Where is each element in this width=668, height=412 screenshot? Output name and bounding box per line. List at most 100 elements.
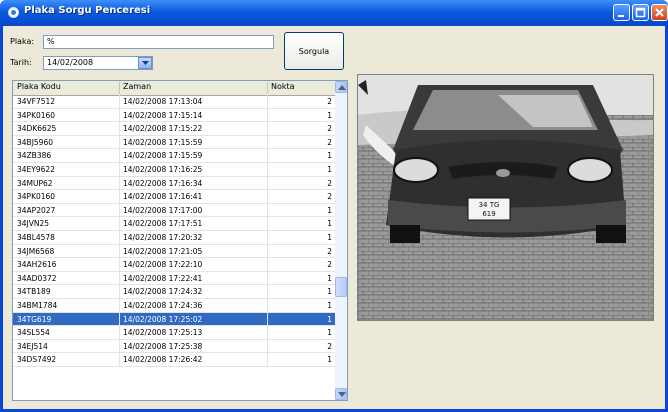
column-divider <box>267 271 268 285</box>
car-image: 34 TG 619 <box>358 75 653 320</box>
scrollbar-thumb[interactable] <box>335 277 347 297</box>
cell-nokta: 2 <box>327 124 332 134</box>
table-header: Plaka Kodu Zaman Nokta <box>13 81 335 96</box>
cell-zaman: 14/02/2008 17:24:32 <box>123 287 203 297</box>
minimize-button[interactable] <box>613 4 630 21</box>
table-row[interactable]: 34BL4578 14/02/2008 17:20:32 1 <box>13 230 335 245</box>
cell-zaman: 14/02/2008 17:15:14 <box>123 110 203 120</box>
cell-zaman: 14/02/2008 17:15:22 <box>123 124 203 134</box>
cell-zaman: 14/02/2008 17:16:25 <box>123 164 203 174</box>
table-row[interactable]: 34BJ5960 14/02/2008 17:15:59 2 <box>13 135 335 150</box>
column-divider <box>267 95 268 108</box>
column-divider <box>267 326 268 339</box>
column-divider <box>119 312 120 326</box>
table-row[interactable]: 34DS7492 14/02/2008 17:26:42 1 <box>13 353 335 367</box>
table-row[interactable]: 34PK0160 14/02/2008 17:16:41 2 <box>13 190 335 204</box>
cell-zaman: 14/02/2008 17:20:32 <box>123 232 203 242</box>
cell-zaman: 14/02/2008 17:26:42 <box>123 355 203 365</box>
close-button[interactable] <box>651 4 668 21</box>
scroll-down-icon <box>338 392 346 397</box>
vertical-scrollbar[interactable] <box>335 81 347 400</box>
column-divider <box>119 271 120 285</box>
cell-zaman: 14/02/2008 17:25:38 <box>123 341 203 351</box>
cell-nokta: 2 <box>327 260 332 270</box>
column-divider <box>119 176 120 190</box>
tarih-dropdown-button[interactable] <box>138 57 152 69</box>
column-divider <box>267 244 268 258</box>
tarih-date-picker[interactable]: 14/02/2008 <box>43 56 153 70</box>
column-divider <box>119 244 120 258</box>
table-row[interactable]: 34BM1784 14/02/2008 17:24:36 1 <box>13 298 335 313</box>
cell-plaka-kodu: 34TB189 <box>17 287 51 297</box>
cell-plaka-kodu: 34ZB386 <box>17 151 52 161</box>
plate-text-bottom: 619 <box>482 210 495 218</box>
column-divider <box>119 95 120 108</box>
cell-plaka-kodu: 34BM1784 <box>17 300 58 310</box>
column-divider <box>119 339 120 353</box>
table-row[interactable]: 34MUP62 14/02/2008 17:16:34 2 <box>13 176 335 191</box>
maximize-button[interactable] <box>632 4 649 21</box>
results-table[interactable]: Plaka Kodu Zaman Nokta 34VF7512 14/02/200… <box>12 80 348 401</box>
table-row[interactable]: 34VF7512 14/02/2008 17:13:04 2 <box>13 95 335 109</box>
scroll-down-button[interactable] <box>335 388 347 400</box>
column-header-plaka[interactable]: Plaka Kodu <box>17 82 61 91</box>
window-title: Plaka Sorgu Penceresi <box>24 5 151 16</box>
sorgula-button[interactable]: Sorgula <box>284 32 344 70</box>
cell-plaka-kodu: 34TG619 <box>17 314 52 324</box>
table-row[interactable]: 34AD0372 14/02/2008 17:22:41 1 <box>13 271 335 286</box>
table-row[interactable]: 34DK6625 14/02/2008 17:15:22 2 <box>13 122 335 136</box>
column-divider <box>119 108 120 122</box>
title-bar[interactable]: Plaka Sorgu Penceresi <box>0 0 668 26</box>
maximize-icon <box>635 7 646 18</box>
cell-nokta: 2 <box>327 246 332 256</box>
table-row[interactable]: 34TB189 14/02/2008 17:24:32 1 <box>13 285 335 299</box>
table-row[interactable]: 34SL554 14/02/2008 17:25:13 1 <box>13 326 335 340</box>
cell-nokta: 1 <box>327 273 332 283</box>
table-row[interactable]: 34PK0160 14/02/2008 17:15:14 1 <box>13 108 335 123</box>
cell-plaka-kodu: 34JVN25 <box>17 219 50 229</box>
column-divider <box>119 122 120 135</box>
column-divider <box>267 298 268 312</box>
table-row[interactable]: 34JM6568 14/02/2008 17:21:05 2 <box>13 244 335 259</box>
cell-plaka-kodu: 34VF7512 <box>17 97 56 106</box>
cell-zaman: 14/02/2008 17:17:00 <box>123 205 203 215</box>
cell-nokta: 1 <box>327 110 332 120</box>
tarih-label: Tarih: <box>10 58 32 67</box>
dropdown-arrow-icon <box>142 61 149 65</box>
column-divider <box>119 353 120 366</box>
cell-nokta: 2 <box>327 341 332 351</box>
column-divider <box>119 149 120 162</box>
plaka-input[interactable]: % <box>43 35 274 49</box>
table-row[interactable]: 34JVN25 14/02/2008 17:17:51 1 <box>13 217 335 231</box>
column-header-zaman[interactable]: Zaman <box>123 82 151 91</box>
scroll-up-icon <box>338 85 346 90</box>
cell-nokta: 2 <box>327 137 332 147</box>
table-row[interactable]: 34EY9622 14/02/2008 17:16:25 1 <box>13 162 335 177</box>
cell-plaka-kodu: 34PK0160 <box>17 192 56 202</box>
cell-zaman: 14/02/2008 17:16:41 <box>123 192 203 202</box>
table-row[interactable]: 34EJ514 14/02/2008 17:25:38 2 <box>13 339 335 354</box>
cell-plaka-kodu: 34DS7492 <box>17 355 57 365</box>
column-divider <box>267 162 268 176</box>
scroll-up-button[interactable] <box>335 81 347 93</box>
cell-nokta: 1 <box>327 287 332 297</box>
cell-nokta: 2 <box>327 97 332 106</box>
minimize-icon <box>618 15 624 17</box>
column-divider <box>267 230 268 244</box>
column-divider <box>267 149 268 162</box>
table-row[interactable]: 34AP2027 14/02/2008 17:17:00 1 <box>13 203 335 218</box>
column-divider <box>267 122 268 135</box>
table-row[interactable]: 34ZB386 14/02/2008 17:15:59 1 <box>13 149 335 163</box>
column-header-nokta[interactable]: Nokta <box>271 82 295 91</box>
cell-nokta: 1 <box>327 232 332 242</box>
column-divider <box>119 217 120 230</box>
cell-plaka-kodu: 34AH2616 <box>17 260 57 270</box>
column-divider <box>267 108 268 122</box>
column-divider <box>119 230 120 244</box>
cell-plaka-kodu: 34PK0160 <box>17 110 56 120</box>
table-row[interactable]: 34AH2616 14/02/2008 17:22:10 2 <box>13 258 335 272</box>
column-divider <box>119 285 120 298</box>
table-row[interactable]: 34TG619 14/02/2008 17:25:02 1 <box>13 312 335 327</box>
close-icon <box>655 8 664 17</box>
cell-zaman: 14/02/2008 17:13:04 <box>123 97 203 106</box>
